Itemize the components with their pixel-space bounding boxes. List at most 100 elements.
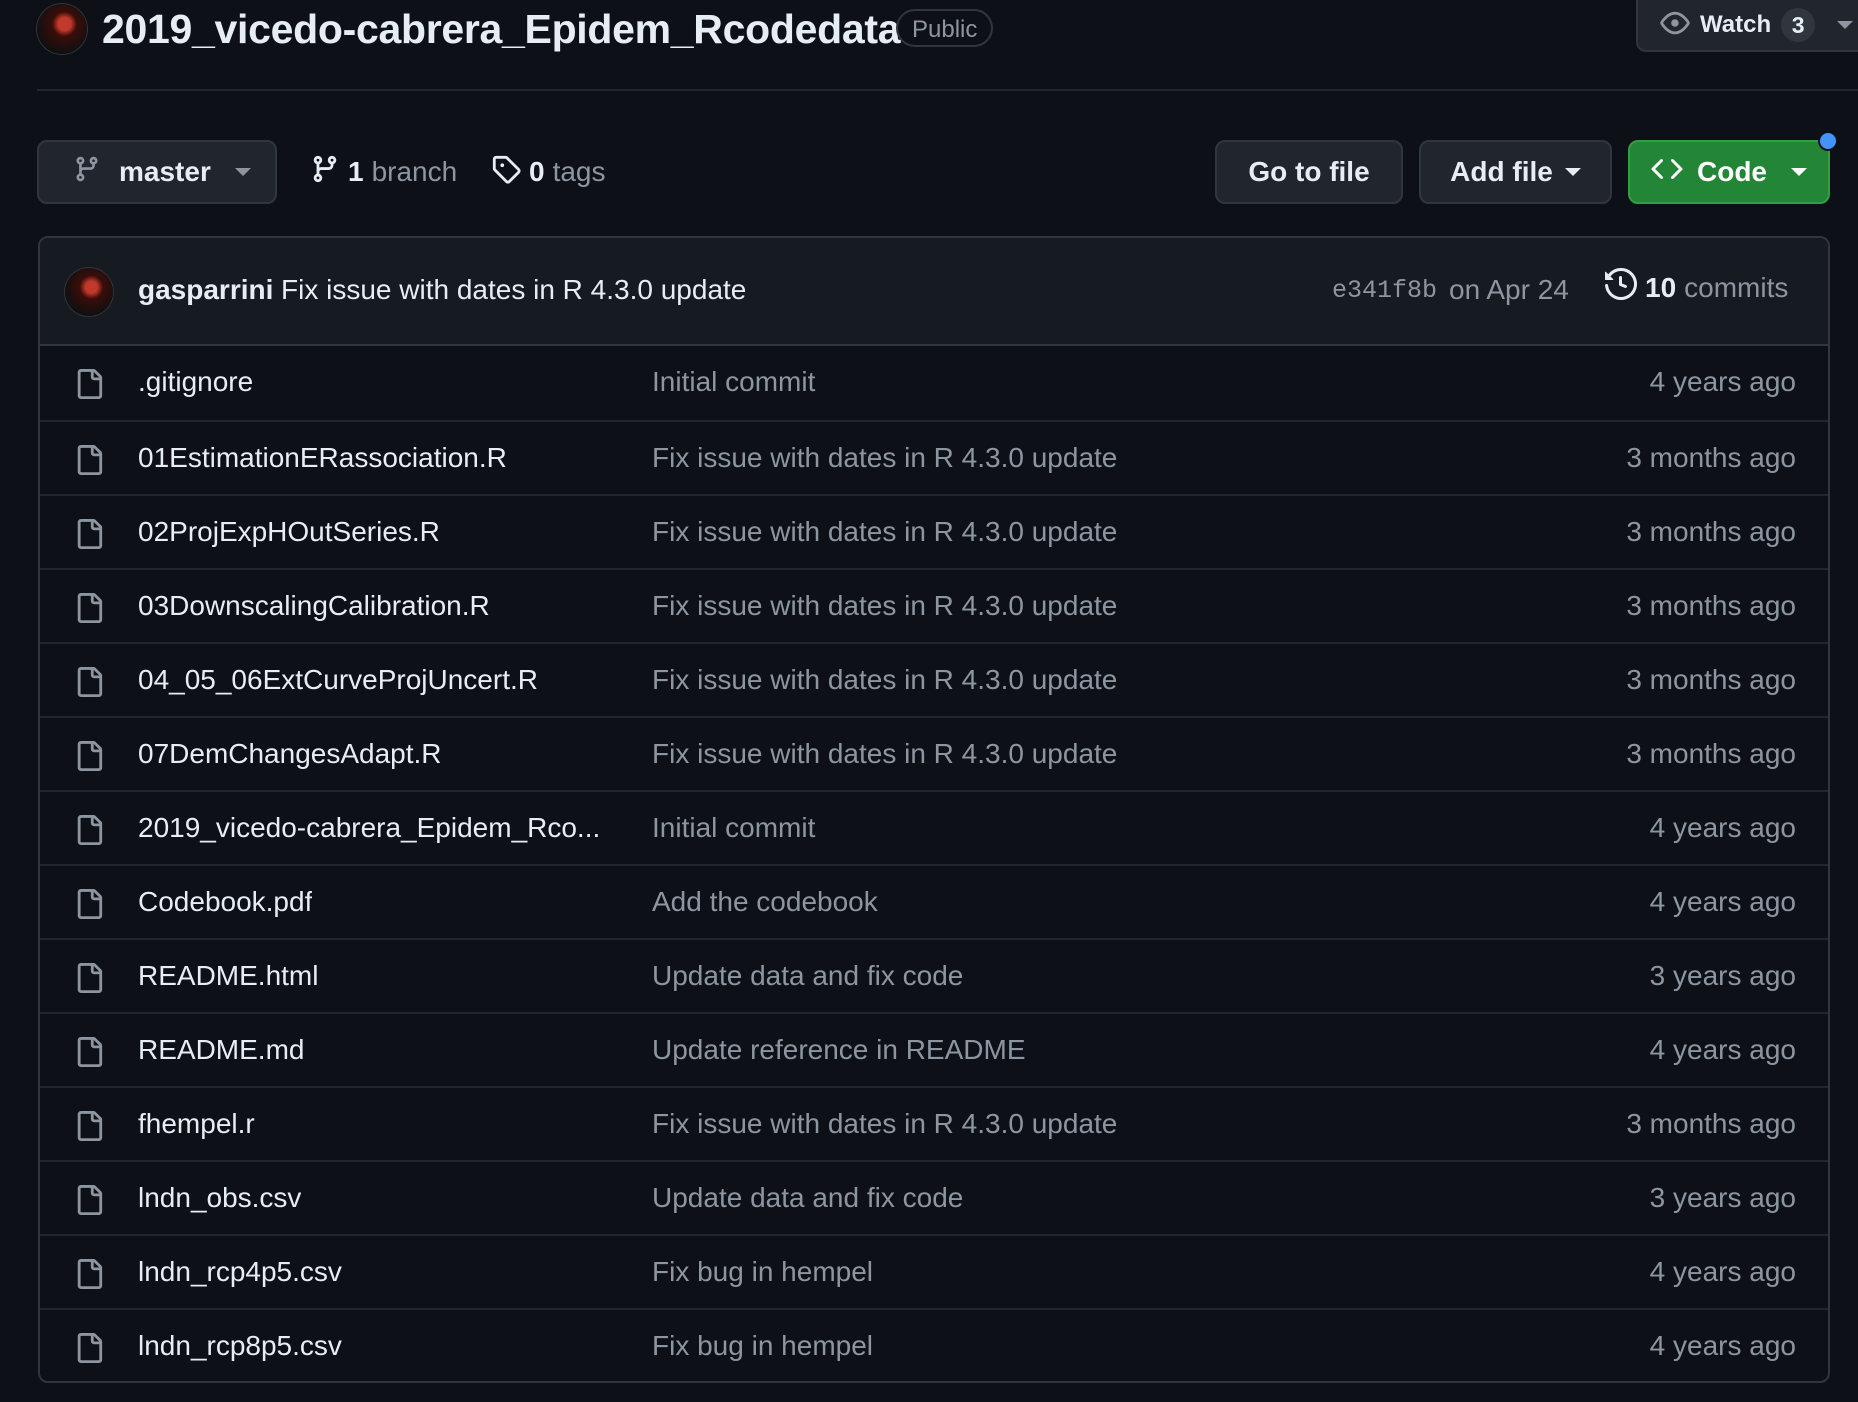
file-name[interactable]: 07DemChangesAdapt.R bbox=[138, 738, 442, 770]
add-file-label: Add file bbox=[1450, 156, 1553, 187]
file-commit-message[interactable]: Fix issue with dates in R 4.3.0 update bbox=[652, 590, 1117, 622]
file-commit-message[interactable]: Fix bug in hempel bbox=[652, 1330, 873, 1362]
tags-count: 0 bbox=[529, 156, 545, 187]
file-row[interactable]: 2019_vicedo-cabrera_Epidem_Rco... Initia… bbox=[40, 790, 1828, 864]
file-row[interactable]: lndn_obs.csv Update data and fix code 3 … bbox=[40, 1160, 1828, 1234]
chevron-down-icon bbox=[1791, 168, 1807, 176]
file-row[interactable]: 07DemChangesAdapt.R Fix issue with dates… bbox=[40, 716, 1828, 790]
file-commit-message[interactable]: Initial commit bbox=[652, 366, 815, 398]
repo-owner-avatar[interactable] bbox=[37, 4, 87, 54]
file-name[interactable]: README.md bbox=[138, 1034, 304, 1066]
file-commit-age: 3 months ago bbox=[1626, 664, 1796, 695]
file-commit-message[interactable]: Update data and fix code bbox=[652, 960, 963, 992]
file-commit-message[interactable]: Update data and fix code bbox=[652, 1182, 963, 1214]
git-branch-icon bbox=[73, 155, 101, 190]
file-icon bbox=[74, 1109, 104, 1148]
file-name[interactable]: 02ProjExpHOutSeries.R bbox=[138, 516, 440, 548]
file-name[interactable]: lndn_obs.csv bbox=[138, 1182, 301, 1214]
file-row[interactable]: 03DownscalingCalibration.R Fix issue wit… bbox=[40, 568, 1828, 642]
file-commit-message[interactable]: Initial commit bbox=[652, 812, 815, 844]
avatar[interactable] bbox=[65, 268, 113, 316]
notification-dot bbox=[1820, 133, 1836, 149]
file-commit-age: 4 years ago bbox=[1649, 366, 1796, 397]
file-commit-message[interactable]: Fix issue with dates in R 4.3.0 update bbox=[652, 442, 1117, 474]
chevron-down-icon bbox=[1564, 168, 1581, 176]
file-commit-message[interactable]: Fix bug in hempel bbox=[652, 1256, 873, 1288]
file-commit-age: 3 months ago bbox=[1626, 738, 1796, 769]
file-commit-message[interactable]: Fix issue with dates in R 4.3.0 update bbox=[652, 1108, 1117, 1140]
chevron-down-icon[interactable] bbox=[1837, 21, 1854, 29]
go-to-file-button[interactable]: Go to file bbox=[1215, 140, 1403, 204]
branches-link[interactable]: 1 branch bbox=[310, 150, 457, 194]
file-commit-age: 3 years ago bbox=[1649, 960, 1796, 991]
file-commit-age: 4 years ago bbox=[1649, 886, 1796, 917]
tag-icon bbox=[491, 154, 521, 191]
file-name[interactable]: 04_05_06ExtCurveProjUncert.R bbox=[138, 664, 538, 696]
file-name[interactable]: README.html bbox=[138, 960, 318, 992]
file-name[interactable]: 01EstimationERassociation.R bbox=[138, 442, 507, 474]
file-commit-message[interactable]: Fix issue with dates in R 4.3.0 update bbox=[652, 738, 1117, 770]
file-name[interactable]: lndn_rcp4p5.csv bbox=[138, 1256, 342, 1288]
branch-name: master bbox=[119, 156, 211, 187]
file-icon bbox=[74, 1331, 104, 1370]
file-commit-message[interactable]: Add the codebook bbox=[652, 886, 878, 918]
history-icon bbox=[1605, 267, 1638, 307]
repo-name[interactable]: 2019_vicedo-cabrera_Epidem_Rcodedata bbox=[102, 4, 901, 54]
file-row[interactable]: .gitignore Initial commit 4 years ago bbox=[40, 346, 1828, 420]
git-branch-icon bbox=[310, 154, 340, 191]
file-name[interactable]: Codebook.pdf bbox=[138, 886, 312, 918]
code-icon bbox=[1651, 153, 1683, 192]
file-name[interactable]: .gitignore bbox=[138, 366, 253, 398]
file-row[interactable]: README.html Update data and fix code 3 y… bbox=[40, 938, 1828, 1012]
eye-icon bbox=[1660, 8, 1690, 43]
commit-date[interactable]: on Apr 24 bbox=[1449, 274, 1569, 306]
file-row[interactable]: 01EstimationERassociation.R Fix issue wi… bbox=[40, 420, 1828, 494]
file-name[interactable]: 2019_vicedo-cabrera_Epidem_Rco... bbox=[138, 812, 600, 844]
file-icon bbox=[74, 1257, 104, 1296]
file-commit-message[interactable]: Fix issue with dates in R 4.3.0 update bbox=[652, 664, 1117, 696]
file-icon bbox=[74, 887, 104, 926]
file-icon bbox=[74, 1035, 104, 1074]
file-commit-age: 3 years ago bbox=[1649, 1182, 1796, 1213]
commit-message[interactable]: Fix issue with dates in R 4.3.0 update bbox=[281, 274, 746, 306]
file-name[interactable]: lndn_rcp8p5.csv bbox=[138, 1330, 342, 1362]
watch-button[interactable]: Watch 3 bbox=[1636, 0, 1858, 52]
file-commit-age: 4 years ago bbox=[1649, 1330, 1796, 1361]
add-file-button[interactable]: Add file bbox=[1419, 140, 1612, 204]
file-row[interactable]: lndn_rcp8p5.csv Fix bug in hempel 4 year… bbox=[40, 1308, 1828, 1381]
file-browser: gasparrini Fix issue with dates in R 4.3… bbox=[38, 236, 1830, 1383]
branches-count: 1 bbox=[348, 156, 364, 187]
file-commit-age: 3 months ago bbox=[1626, 516, 1796, 547]
file-commit-age: 4 years ago bbox=[1649, 1256, 1796, 1287]
file-list: .gitignore Initial commit 4 years ago 01… bbox=[40, 346, 1828, 1381]
branch-selector-button[interactable]: master bbox=[37, 140, 277, 204]
header-divider bbox=[37, 89, 1858, 91]
tags-link[interactable]: 0 tags bbox=[491, 150, 606, 194]
commits-count: 10 bbox=[1645, 271, 1677, 303]
file-row[interactable]: Codebook.pdf Add the codebook 4 years ag… bbox=[40, 864, 1828, 938]
file-commit-message[interactable]: Update reference in README bbox=[652, 1034, 1026, 1066]
commit-sha[interactable]: e341f8b bbox=[1332, 276, 1437, 305]
file-row[interactable]: README.md Update reference in README 4 y… bbox=[40, 1012, 1828, 1086]
watch-count: 3 bbox=[1781, 8, 1816, 42]
file-row[interactable]: 04_05_06ExtCurveProjUncert.R Fix issue w… bbox=[40, 642, 1828, 716]
branches-label: branch bbox=[371, 156, 458, 187]
file-icon bbox=[74, 813, 104, 852]
commit-author[interactable]: gasparrini bbox=[138, 274, 273, 306]
file-commit-age: 3 months ago bbox=[1626, 590, 1796, 621]
file-commit-message[interactable]: Fix issue with dates in R 4.3.0 update bbox=[652, 516, 1117, 548]
file-commit-age: 3 months ago bbox=[1626, 1108, 1796, 1139]
file-row[interactable]: 02ProjExpHOutSeries.R Fix issue with dat… bbox=[40, 494, 1828, 568]
file-icon bbox=[74, 443, 104, 482]
code-label: Code bbox=[1697, 156, 1767, 187]
file-icon bbox=[74, 1183, 104, 1222]
code-button[interactable]: Code bbox=[1628, 140, 1830, 204]
file-row[interactable]: lndn_rcp4p5.csv Fix bug in hempel 4 year… bbox=[40, 1234, 1828, 1308]
chevron-down-icon bbox=[234, 168, 251, 176]
file-row[interactable]: fhempel.r Fix issue with dates in R 4.3.… bbox=[40, 1086, 1828, 1160]
file-name[interactable]: 03DownscalingCalibration.R bbox=[138, 590, 490, 622]
file-name[interactable]: fhempel.r bbox=[138, 1108, 255, 1140]
commits-history-link[interactable]: 10 commits bbox=[1605, 267, 1789, 307]
commits-label: commits bbox=[1684, 271, 1789, 303]
file-commit-age: 4 years ago bbox=[1649, 812, 1796, 843]
